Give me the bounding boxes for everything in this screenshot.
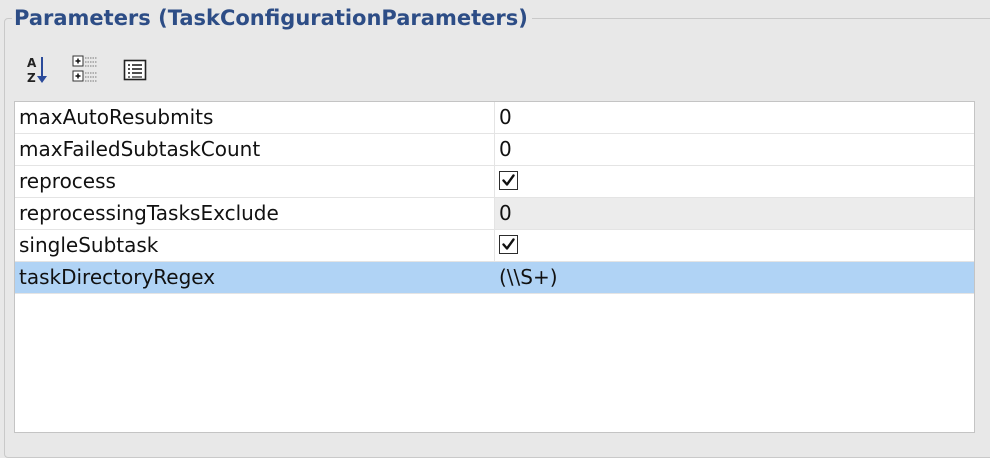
- property-name: taskDirectoryRegex: [15, 262, 495, 293]
- property-value-cell: [495, 230, 974, 261]
- property-value-field[interactable]: 0: [495, 134, 974, 165]
- property-row-maxFailedSubtaskCount[interactable]: maxFailedSubtaskCount 0: [15, 134, 974, 166]
- reprocess-checkbox[interactable]: [499, 171, 518, 190]
- svg-text:Z: Z: [27, 71, 36, 85]
- property-row-maxAutoResubmits[interactable]: maxAutoResubmits 0: [15, 102, 974, 134]
- singleSubtask-checkbox[interactable]: [499, 235, 518, 254]
- property-row-taskDirectoryRegex[interactable]: taskDirectoryRegex (\\S+): [15, 262, 974, 294]
- checkmark-icon: [502, 174, 515, 186]
- property-value-readonly: 0: [495, 198, 974, 229]
- property-row-reprocess[interactable]: reprocess: [15, 166, 974, 198]
- checkmark-icon: [502, 238, 515, 250]
- property-name: singleSubtask: [15, 230, 495, 261]
- categories-tree-icon: [72, 55, 97, 82]
- property-name: maxFailedSubtaskCount: [15, 134, 495, 165]
- property-value-cell: [495, 166, 974, 197]
- show-description-button[interactable]: [120, 52, 152, 88]
- description-list-icon: [123, 59, 147, 81]
- property-table: maxAutoResubmits 0 maxFailedSubtaskCount…: [14, 101, 975, 433]
- property-row-reprocessingTasksExclude[interactable]: reprocessingTasksExclude 0: [15, 198, 974, 230]
- property-row-singleSubtask[interactable]: singleSubtask: [15, 230, 974, 262]
- property-name: maxAutoResubmits: [15, 102, 495, 133]
- property-value-field[interactable]: 0: [495, 102, 974, 133]
- sort-alphabetically-button[interactable]: A Z: [20, 52, 52, 88]
- property-value-field[interactable]: (\\S+): [495, 262, 974, 293]
- property-name: reprocess: [15, 166, 495, 197]
- sort-az-icon: A Z: [27, 56, 47, 85]
- categorized-view-button[interactable]: [70, 52, 102, 88]
- svg-text:A: A: [27, 56, 37, 70]
- panel-title: Parameters (TaskConfigurationParameters): [12, 4, 532, 32]
- property-name: reprocessingTasksExclude: [15, 198, 495, 229]
